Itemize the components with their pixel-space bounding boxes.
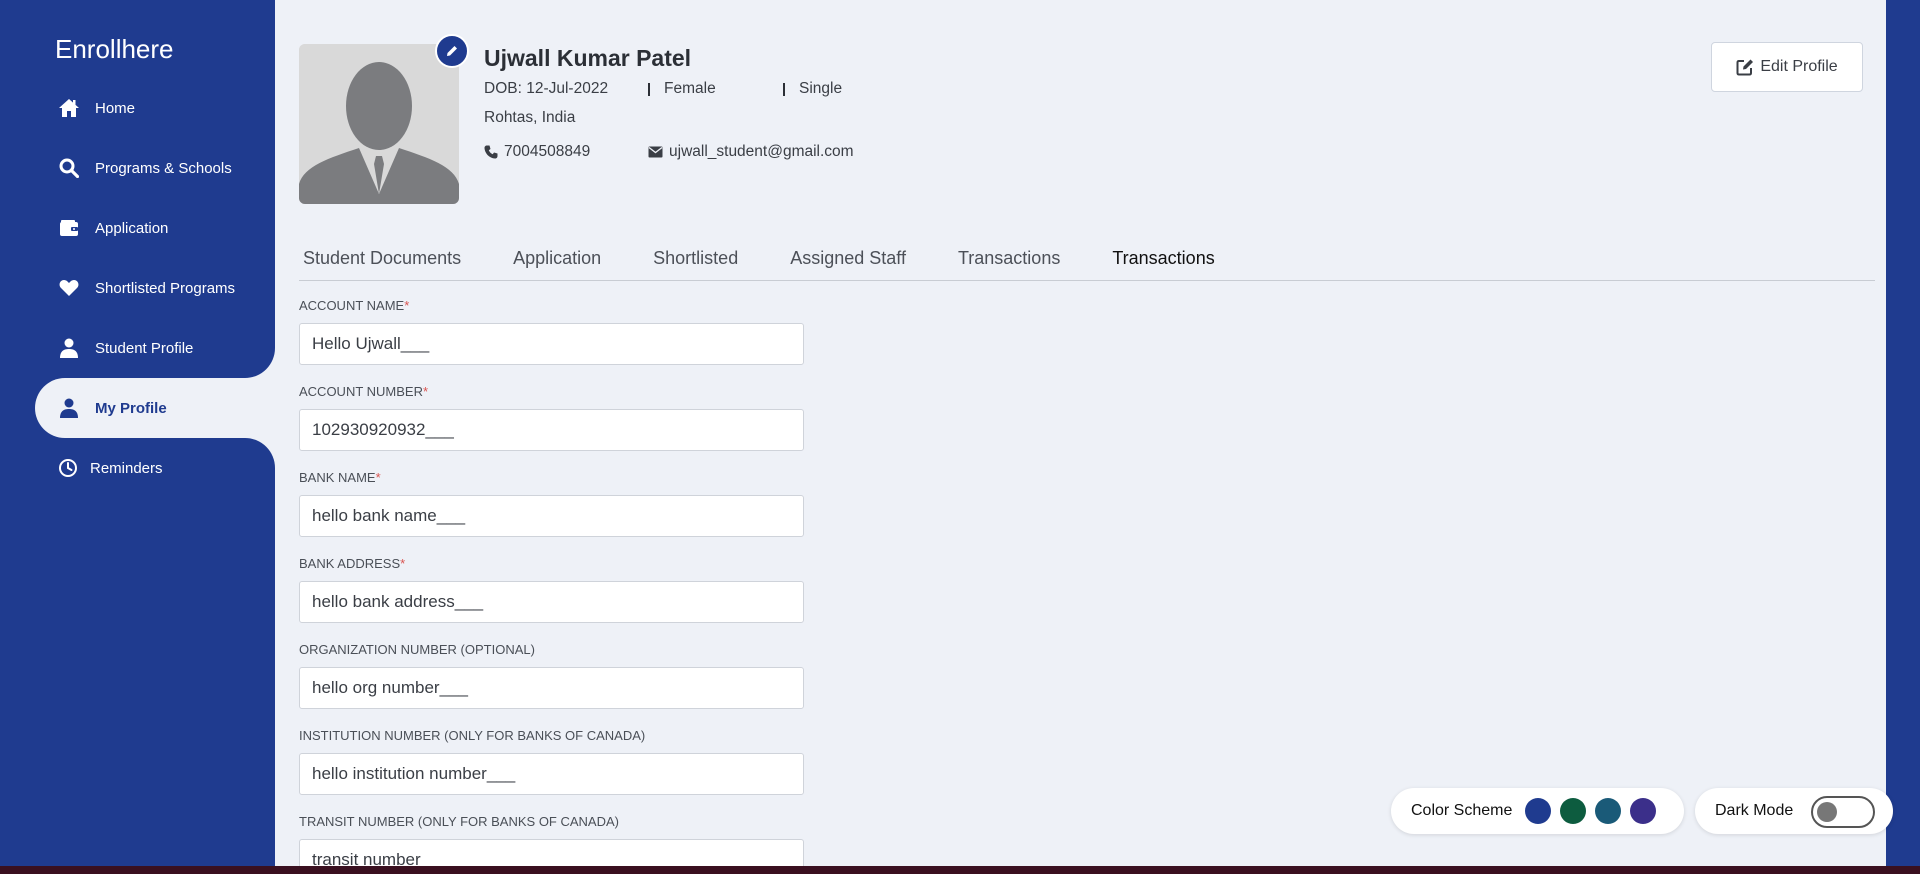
sidebar-item-shortlisted[interactable]: Shortlisted Programs [0,258,275,318]
wallet-icon [58,217,80,239]
profile-email-text: ujwall_student@gmail.com [669,143,854,160]
profile-name: Ujwall Kumar Patel [484,45,692,71]
bank-details-form: ACCOUNT NAME* ACCOUNT NUMBER* BANK NAME*… [299,298,804,866]
profile-phone: 7004508849 [484,143,634,161]
user-icon [58,397,80,419]
bank-address-label: BANK ADDRESS* [299,556,406,571]
transit-number-label: TRANSIT NUMBER (ONLY FOR BANKS OF CANADA… [299,814,619,829]
sidebar-item-label: Application [95,219,169,237]
sidebar-item-label: Programs & Schools [95,159,232,177]
institution-number-field[interactable] [299,753,804,795]
account-name-field[interactable] [299,323,804,365]
sidebar-item-label: Shortlisted Programs [95,279,236,297]
sidebar-item-application[interactable]: Application [0,198,275,258]
tab-transactions[interactable]: Transactions [958,232,1060,280]
profile-tabs: Student Documents Application Shortliste… [299,232,1875,281]
main-content: Ujwall Kumar Patel DOB: 12-Jul-2022 Fema… [275,0,1886,866]
institution-number-label: INSTITUTION NUMBER (ONLY FOR BANKS OF CA… [299,728,646,743]
sidebar-item-reminders[interactable]: Reminders [0,438,275,498]
sidebar-item-label: Reminders [90,459,163,477]
avatar [299,44,459,204]
scrollbar-track[interactable] [1886,0,1920,866]
home-icon [58,97,80,119]
org-number-label: ORGANIZATION NUMBER (OPTIONAL) [299,642,535,657]
sidebar-item-programs[interactable]: Programs & Schools [0,138,275,198]
pencil-icon [447,46,457,56]
clock-icon [57,457,79,479]
account-number-label: ACCOUNT NUMBER* [299,384,429,399]
edit-profile-label: Edit Profile [1760,58,1838,75]
divider [783,82,785,96]
account-number-field[interactable] [299,409,804,451]
edit-icon [1736,59,1754,76]
profile-gender: Female [664,80,716,97]
brand-logo[interactable]: Enrollhere [55,34,174,65]
profile-phone-text: 7004508849 [504,143,591,160]
org-number-field[interactable] [299,667,804,709]
edit-profile-button[interactable]: Edit Profile [1711,42,1863,92]
sidebar-item-my-profile[interactable]: My Profile [35,378,275,438]
transit-number-field[interactable] [299,839,804,866]
profile-meta-row: DOB: 12-Jul-2022 Female Single [484,80,842,98]
divider [648,82,650,96]
person-silhouette-icon [299,44,459,204]
profile-dob: DOB: 12-Jul-2022 [484,80,609,97]
sidebar-item-label: Student Profile [95,339,194,357]
bank-address-field[interactable] [299,581,804,623]
tab-student-documents[interactable]: Student Documents [303,232,461,280]
color-scheme-picker: Color Scheme [1391,788,1684,834]
user-icon [58,337,80,359]
sidebar-item-label: Home [95,99,136,117]
dark-mode-toggle[interactable] [1811,796,1875,828]
profile-location: Rohtas, India [484,109,576,126]
sidebar: Enrollhere Home Programs & Schools Appli… [0,0,275,866]
phone-icon [484,145,498,159]
tab-shortlisted[interactable]: Shortlisted [653,232,738,280]
search-icon [58,157,80,179]
bank-name-field[interactable] [299,495,804,537]
color-scheme-label: Color Scheme [1411,802,1513,819]
heart-icon [58,277,80,299]
color-swatch-blue[interactable] [1525,798,1552,824]
sidebar-item-student-profile[interactable]: Student Profile [0,318,275,378]
profile-marital-status: Single [799,80,843,97]
edit-photo-button[interactable] [435,34,469,68]
sidebar-nav: Home Programs & Schools Application Shor… [0,78,275,498]
profile-contact-row: 7004508849 ujwall_student@gmail.com [484,143,854,161]
account-name-label: ACCOUNT NAME* [299,298,410,313]
envelope-icon [648,146,663,158]
dark-mode-label: Dark Mode [1715,802,1794,819]
sidebar-item-home[interactable]: Home [0,78,275,138]
color-swatch-teal[interactable] [1595,798,1622,824]
color-swatch-green[interactable] [1560,798,1587,824]
profile-email: ujwall_student@gmail.com [648,143,854,161]
dark-mode-control: Dark Mode [1695,788,1893,834]
bank-name-label: BANK NAME* [299,470,381,485]
bottom-edge [0,866,1920,874]
color-swatch-purple[interactable] [1630,798,1657,824]
tab-transactions-active[interactable]: Transactions [1112,232,1214,280]
tab-application[interactable]: Application [513,232,601,280]
tab-assigned-staff[interactable]: Assigned Staff [790,232,906,280]
toggle-knob [1817,802,1837,822]
sidebar-item-label: My Profile [95,399,167,417]
